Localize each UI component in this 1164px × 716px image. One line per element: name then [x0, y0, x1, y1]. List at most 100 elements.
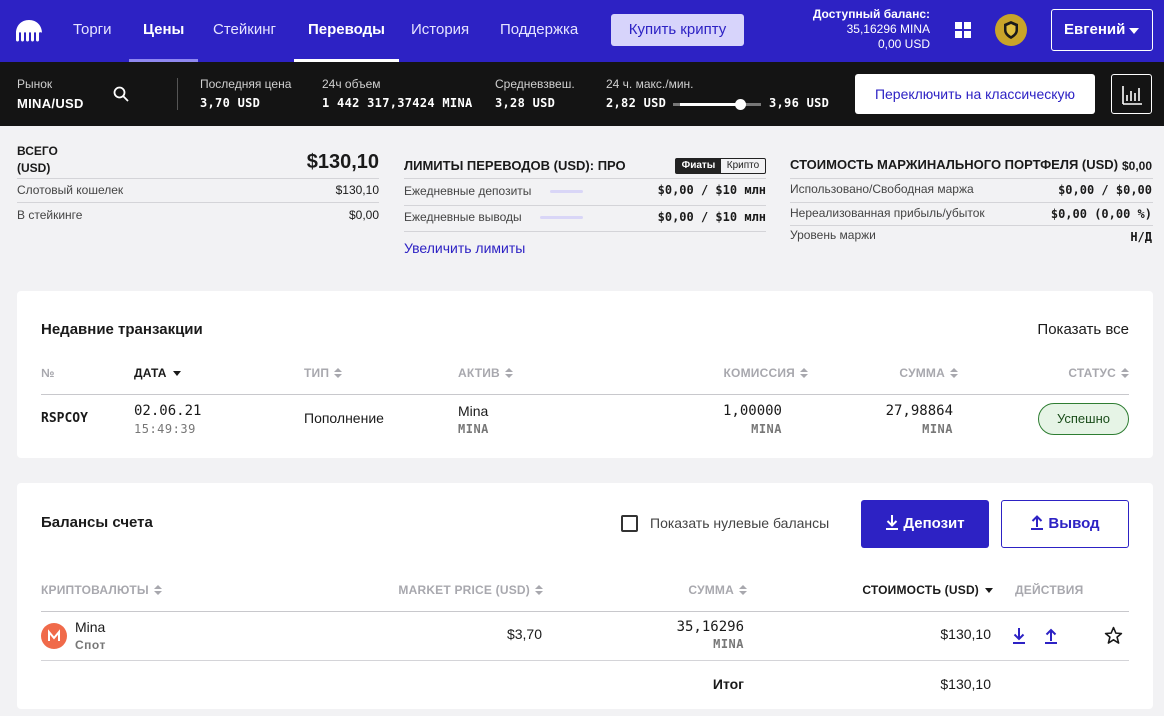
col-header-date[interactable]: ДАТА	[134, 366, 181, 380]
sort-icon	[1121, 368, 1129, 379]
sort-icon	[153, 585, 162, 596]
show-zero-balances-label[interactable]: Показать нулевые балансы	[650, 515, 829, 531]
shield-icon	[1004, 21, 1018, 39]
divider	[17, 178, 379, 179]
status-badge: Успешно	[1038, 403, 1129, 435]
volume-label: 24ч объем	[322, 77, 381, 91]
toggle-fiat[interactable]: Фиаты	[676, 159, 721, 173]
market-bar: Рынок MINA/USD Последняя цена 3,70 USD 2…	[0, 62, 1164, 126]
sort-icon	[800, 368, 808, 379]
divider	[177, 78, 178, 110]
kraken-logo-icon[interactable]	[14, 18, 44, 44]
vwap-value: 3,28 USD	[495, 96, 556, 110]
upload-icon	[1031, 515, 1044, 530]
fiat-crypto-toggle[interactable]: Фиаты Крипто	[675, 158, 766, 174]
divider	[404, 231, 766, 232]
range-label: 24 ч. макс./мин.	[606, 77, 694, 91]
transaction-asset-code: MINA	[458, 422, 489, 436]
last-price-value: 3,70 USD	[200, 96, 261, 110]
withdrawals-usage-bar	[540, 216, 583, 219]
search-icon[interactable]	[113, 86, 129, 102]
range-high-value: 3,96 USD	[769, 96, 830, 110]
col-header-status[interactable]: СТАТУС	[1068, 366, 1129, 380]
col-header-type[interactable]: ТИП	[304, 366, 343, 380]
sort-icon	[334, 368, 343, 379]
buy-crypto-button[interactable]: Купить крипту	[611, 14, 744, 46]
asset-market-price: $3,70	[506, 626, 542, 642]
col-header-fee[interactable]: КОМИССИЯ	[724, 366, 808, 380]
range-fill	[680, 103, 740, 106]
transaction-amount: 27,98864	[885, 403, 953, 419]
col-header-status-label: СТАТУС	[1068, 366, 1116, 380]
unrealized-pnl-value: $0,00 (0,00 %)	[1050, 207, 1152, 221]
market-label: Рынок	[17, 77, 53, 91]
market-pair[interactable]: MINA/USD	[17, 96, 84, 111]
unrealized-pnl-label: Нереализованная прибыль/убыток	[790, 206, 985, 220]
deposit-icon[interactable]	[1012, 627, 1026, 644]
daily-withdrawals-value: $0,00 / $10 млн	[657, 210, 766, 224]
margin-title: СТОИМОСТЬ МАРЖИНАЛЬНОГО ПОРТФЕЛЯ (USD)	[790, 157, 1119, 172]
divider	[41, 611, 1129, 612]
chart-button[interactable]	[1111, 74, 1152, 114]
margin-level-value: Н/Д	[1130, 230, 1152, 244]
nav-trade[interactable]: Торги	[73, 0, 112, 62]
range-low-value: 2,82 USD	[606, 96, 667, 110]
increase-limits-link[interactable]: Увеличить лимиты	[404, 240, 525, 256]
range-marker	[735, 99, 746, 110]
switch-classic-button[interactable]: Переключить на классическую	[855, 74, 1095, 114]
withdraw-button[interactable]: Вывод	[1001, 500, 1129, 548]
col-header-type-label: ТИП	[304, 366, 330, 380]
divider	[404, 178, 766, 179]
sort-icon	[739, 585, 747, 596]
nav-prices[interactable]: Цены	[129, 0, 199, 62]
col-header-asset-label: АКТИВ	[458, 366, 500, 380]
staking-value: $0,00	[348, 208, 379, 222]
daily-deposits-value: $0,00 / $10 млн	[657, 183, 766, 197]
col-header-value-label: СТОИМОСТЬ (USD)	[862, 583, 979, 597]
account-shield-icon[interactable]	[995, 14, 1027, 46]
star-icon[interactable]	[1104, 626, 1123, 645]
apps-grid-icon[interactable]	[955, 22, 971, 38]
used-margin-value: $0,00 / $0,00	[1058, 183, 1152, 197]
deposit-button-label: Депозит	[903, 515, 965, 532]
asset-amount: 35,16296	[676, 619, 744, 635]
volume-value: 1 442 317,37424 MINA	[322, 96, 473, 110]
chevron-down-icon	[1129, 28, 1139, 34]
limits-title: ЛИМИТЫ ПЕРЕВОДОВ (USD): ПРО	[404, 158, 626, 173]
user-name: Евгений	[1064, 21, 1126, 38]
transaction-time: 15:49:39	[134, 422, 196, 436]
user-menu-button[interactable]: Евгений	[1051, 9, 1153, 51]
divider	[790, 225, 1153, 226]
col-header-sum[interactable]: СУММА	[688, 583, 747, 597]
transaction-date: 02.06.21	[134, 403, 202, 419]
col-header-crypto[interactable]: КРИПТОВАЛЮТЫ	[41, 583, 162, 597]
balance-usd: 0,00 USD	[877, 37, 930, 51]
toggle-crypto[interactable]: Крипто	[721, 159, 765, 173]
mina-coin-icon	[41, 623, 67, 649]
download-icon	[886, 515, 899, 530]
asset-amount-unit: MINA	[713, 637, 744, 651]
last-price-label: Последняя цена	[200, 77, 292, 91]
col-header-value[interactable]: СТОИМОСТЬ (USD)	[862, 583, 993, 597]
divider	[41, 660, 1129, 661]
deposit-button[interactable]: Депозит	[861, 500, 989, 548]
col-header-asset[interactable]: АКТИВ	[458, 366, 513, 380]
nav-prices-label: Цены	[143, 21, 185, 38]
total-label: ВСЕГО	[17, 144, 58, 158]
nav-transfers[interactable]: Переводы	[294, 0, 399, 62]
withdraw-icon[interactable]	[1044, 627, 1058, 644]
nav-support[interactable]: Поддержка	[500, 0, 578, 62]
divider	[404, 205, 766, 206]
divider	[790, 202, 1153, 203]
bar-chart-icon	[1122, 86, 1142, 105]
show-all-link[interactable]: Показать все	[1037, 321, 1129, 338]
col-header-market-price-label: MARKET PRICE (USD)	[398, 583, 530, 597]
asset-value: $130,10	[940, 626, 991, 642]
col-header-amount[interactable]: СУММА	[899, 366, 958, 380]
transaction-id-link[interactable]: RSPCOY	[41, 411, 88, 426]
transaction-fee: 1,00000	[722, 403, 782, 419]
nav-history[interactable]: История	[411, 0, 469, 62]
col-header-market-price[interactable]: MARKET PRICE (USD)	[398, 583, 543, 597]
show-zero-balances-checkbox[interactable]	[621, 515, 638, 532]
nav-staking[interactable]: Стейкинг	[213, 0, 276, 62]
